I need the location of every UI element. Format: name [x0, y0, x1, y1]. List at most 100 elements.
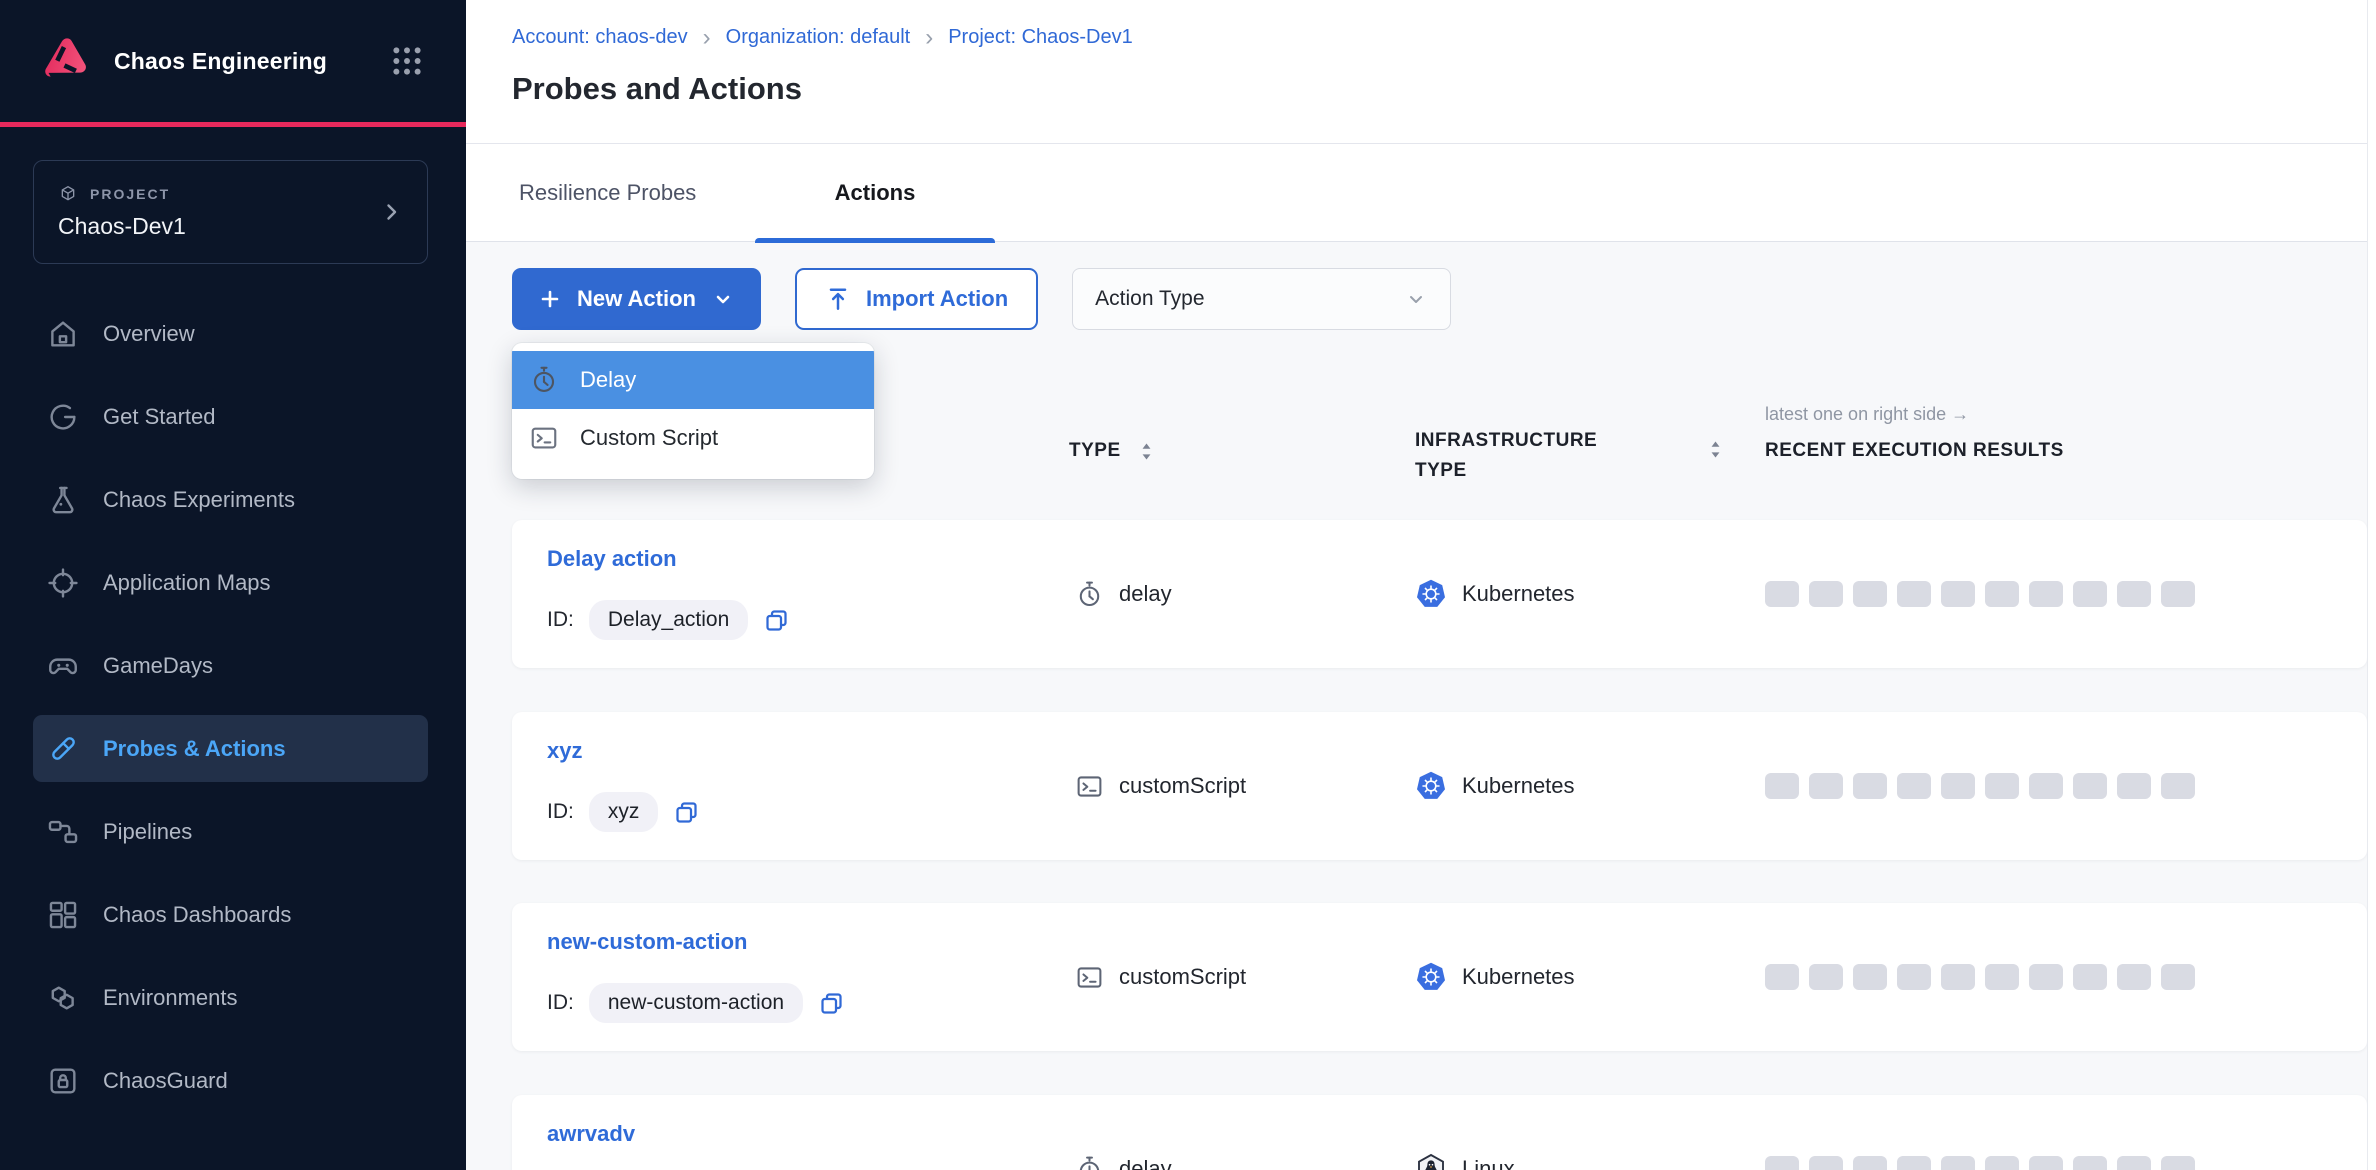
execution-result-placeholder — [2073, 773, 2107, 799]
sidebar-item-chaos-dashboards[interactable]: Chaos Dashboards — [0, 873, 466, 956]
breadcrumb: Account: chaos-dev › Organization: defau… — [512, 26, 2376, 49]
sidebar: Chaos Engineering PROJECT Chaos-Dev1 — [0, 0, 466, 1170]
action-id-row: ID:Delay_action — [547, 600, 790, 640]
sidebar-item-application-maps[interactable]: Application Maps — [0, 541, 466, 624]
sidebar-item-label: Chaos Dashboards — [103, 902, 291, 928]
page-header: Account: chaos-dev › Organization: defau… — [466, 0, 2376, 242]
sidebar-item-environments[interactable]: Environments — [0, 956, 466, 1039]
execution-result-placeholder — [2029, 581, 2063, 607]
action-row: awrvadv delay Linux — [512, 1095, 2367, 1170]
target-icon — [46, 566, 80, 600]
infrastructure-cell: Kubernetes — [1415, 520, 1575, 668]
breadcrumb-project-link[interactable]: Project: Chaos-Dev1 — [948, 26, 1133, 49]
terminal-icon — [529, 423, 559, 453]
execution-result-placeholder — [1941, 581, 1975, 607]
home-icon — [46, 317, 80, 351]
copy-id-button[interactable] — [763, 607, 790, 634]
breadcrumb-account-link[interactable]: Account: chaos-dev — [512, 26, 688, 49]
execution-result-placeholder — [1941, 964, 1975, 990]
new-action-button[interactable]: New Action — [512, 268, 761, 330]
type-value: customScript — [1119, 773, 1246, 799]
pipeline-icon — [46, 815, 80, 849]
execution-result-placeholder — [2073, 1156, 2107, 1170]
harness-logo-icon — [38, 34, 92, 88]
type-value: delay — [1119, 581, 1172, 607]
terminal-icon — [1075, 963, 1104, 992]
sidebar-item-probes-actions[interactable]: Probes & Actions — [33, 715, 428, 782]
execution-result-placeholder — [1897, 773, 1931, 799]
execution-result-placeholder — [2161, 964, 2195, 990]
cube-icon — [58, 184, 78, 204]
execution-result-placeholder — [2029, 773, 2063, 799]
infrastructure-value: Linux — [1462, 1156, 1515, 1170]
gamepad-icon — [46, 649, 80, 683]
execution-result-placeholder — [2073, 964, 2107, 990]
execution-result-placeholder — [2161, 773, 2195, 799]
type-cell: customScript — [1075, 712, 1246, 860]
action-type-select[interactable]: Action Type — [1072, 268, 1451, 330]
kubernetes-icon — [1415, 770, 1447, 802]
execution-result-placeholder — [1941, 773, 1975, 799]
sidebar-item-chaos-experiments[interactable]: Chaos Experiments — [0, 458, 466, 541]
action-name-link[interactable]: awrvadv — [547, 1121, 635, 1147]
tab-actions[interactable]: Actions — [755, 143, 995, 242]
infrastructure-cell: Linux — [1415, 1095, 1515, 1170]
chevron-right-icon — [379, 200, 403, 224]
execution-result-placeholder — [1809, 773, 1843, 799]
sidebar-item-get-started[interactable]: Get Started — [0, 375, 466, 458]
sort-icon[interactable] — [1708, 440, 1723, 459]
sidebar-item-label: GameDays — [103, 653, 213, 679]
kubernetes-icon — [1415, 578, 1447, 610]
sidebar-item-gamedays[interactable]: GameDays — [0, 624, 466, 707]
progress-icon — [46, 400, 80, 434]
scrollbar[interactable] — [2367, 0, 2376, 1170]
action-name-link[interactable]: xyz — [547, 738, 582, 764]
execution-result-placeholder — [2117, 581, 2151, 607]
action-id-row: ID: xyz — [547, 792, 700, 832]
column-header-infrastructure-type: INFRASTRUCTURE TYPE — [1415, 426, 1625, 486]
plus-icon — [538, 287, 562, 311]
recent-execution-results-cell — [1765, 520, 2195, 668]
project-selector[interactable]: PROJECT Chaos-Dev1 — [33, 160, 428, 264]
sidebar-item-label: Probes & Actions — [103, 736, 286, 762]
recent-execution-results-cell — [1765, 903, 2195, 1051]
execution-result-placeholder — [1853, 1156, 1887, 1170]
sidebar-item-pipelines[interactable]: Pipelines — [0, 790, 466, 873]
page-title: Probes and Actions — [512, 71, 2376, 107]
sidebar-item-chaosguard[interactable]: ChaosGuard — [0, 1039, 466, 1122]
execution-result-placeholder — [1985, 773, 2019, 799]
copy-id-button[interactable] — [818, 990, 845, 1017]
sort-icon[interactable] — [1139, 442, 1154, 461]
type-value: delay — [1119, 1156, 1172, 1170]
dashboard-icon — [46, 898, 80, 932]
execution-result-placeholder — [1809, 581, 1843, 607]
sidebar-item-label: Application Maps — [103, 570, 271, 596]
action-name-link[interactable]: new-custom-action — [547, 929, 747, 955]
stopwatch-icon — [1075, 580, 1104, 609]
sidebar-item-label: Chaos Experiments — [103, 487, 295, 513]
execution-result-placeholder — [2161, 581, 2195, 607]
column-header-type: TYPE — [1069, 440, 1154, 462]
import-action-button[interactable]: Import Action — [795, 268, 1038, 330]
linux-icon — [1415, 1153, 1447, 1170]
app-switcher-grid-icon[interactable] — [390, 44, 424, 78]
type-cell: customScript — [1075, 903, 1246, 1051]
execution-result-placeholder — [2029, 1156, 2063, 1170]
breadcrumb-organization-link[interactable]: Organization: default — [726, 26, 911, 49]
sidebar-item-overview[interactable]: Overview — [0, 292, 466, 375]
recent-results-note: latest one on right side → — [1765, 404, 1969, 425]
menu-item-custom-script[interactable]: Custom Script — [512, 409, 874, 467]
action-name-link[interactable]: Delay action — [547, 546, 677, 572]
id-label: ID: — [547, 800, 574, 824]
action-id-chip: xyz — [589, 792, 659, 832]
tab-resilience-probes[interactable]: Resilience Probes — [519, 143, 735, 242]
menu-item-delay[interactable]: Delay — [512, 351, 874, 409]
recent-execution-results-header-label: RECENT EXECUTION RESULTS — [1765, 440, 2064, 462]
chevron-down-icon — [711, 287, 735, 311]
execution-result-placeholder — [1853, 581, 1887, 607]
stopwatch-icon — [529, 365, 559, 395]
infrastructure-type-header-label: INFRASTRUCTURE TYPE — [1415, 426, 1625, 486]
sidebar-accent-bar — [0, 122, 466, 127]
project-name: Chaos-Dev1 — [58, 213, 379, 240]
copy-id-button[interactable] — [673, 799, 700, 826]
